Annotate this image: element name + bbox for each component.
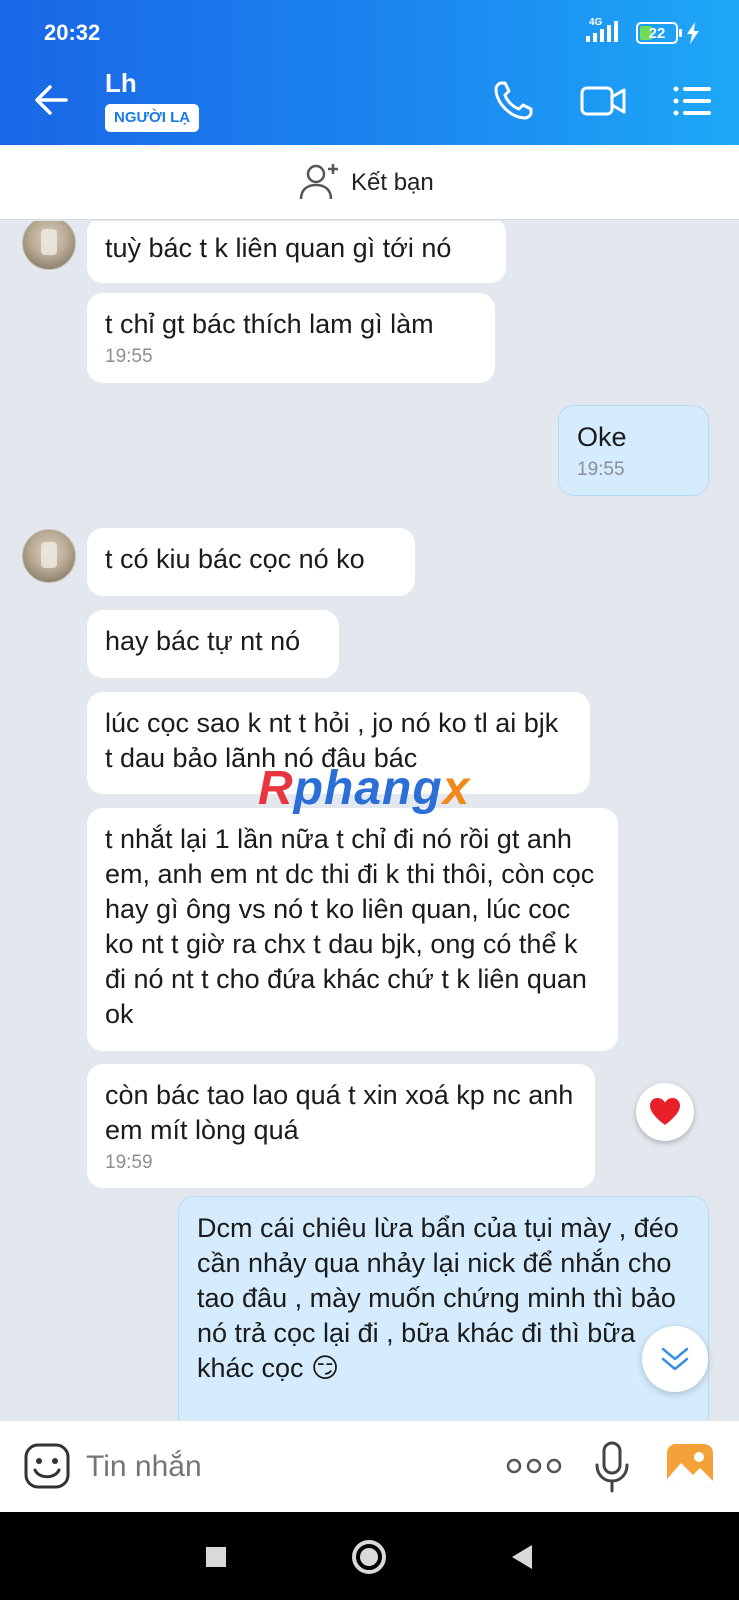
- message-text: Oke: [577, 422, 627, 452]
- recent-apps-icon[interactable]: [197, 1538, 235, 1576]
- message-bubble[interactable]: t chỉ gt bác thích lam gì làm 19:55: [87, 293, 495, 383]
- image-icon[interactable]: [666, 1443, 714, 1489]
- system-nav-bar: [0, 1512, 739, 1600]
- top-bar: 20:32 4G 22 Lh NGƯỜI LẠ: [0, 0, 739, 145]
- signal-icon: [586, 21, 618, 42]
- avatar[interactable]: [22, 221, 76, 270]
- message-bubble[interactable]: tuỳ bác t k liên quan gì tới nó: [87, 221, 506, 283]
- message-bubble[interactable]: t nhắt lại 1 lần nữa t chỉ đi nó rồi gt …: [87, 808, 618, 1051]
- scroll-down-icon: [661, 1347, 689, 1371]
- message-list[interactable]: tuỳ bác t k liên quan gì tới nó t chỉ gt…: [0, 221, 739, 1420]
- message-text: còn bác tao lao quá t xin xoá kp nc anh …: [105, 1080, 574, 1145]
- battery-icon: 22: [636, 22, 682, 44]
- reaction-button[interactable]: [636, 1083, 694, 1141]
- emoji-icon[interactable]: [24, 1443, 70, 1489]
- home-icon[interactable]: [350, 1538, 388, 1576]
- message-bubble-outgoing[interactable]: Dcm cái chiêu lừa bẩn của tụi mày , đéo …: [178, 1196, 709, 1420]
- list-menu-icon[interactable]: [670, 78, 716, 124]
- add-friend-bar[interactable]: Kết bạn: [0, 145, 739, 220]
- message-text: tuỳ bác t k liên quan gì tới nó: [105, 233, 452, 263]
- message-input[interactable]: [86, 1447, 476, 1487]
- video-call-icon[interactable]: [580, 78, 626, 124]
- status-time: 20:32: [44, 20, 101, 45]
- status-bar: 20:32 4G 22: [0, 0, 739, 60]
- heart-reaction-icon: [650, 1098, 680, 1125]
- contact-name[interactable]: Lh: [105, 68, 137, 99]
- microphone-icon[interactable]: [594, 1441, 630, 1493]
- charging-icon: [687, 22, 699, 44]
- message-text: Dcm cái chiêu lừa bẩn của tụi mày , đéo …: [197, 1213, 679, 1383]
- phone-icon[interactable]: [490, 78, 536, 124]
- stranger-badge: NGƯỜI LẠ: [105, 104, 200, 132]
- add-friend-icon: [299, 164, 338, 200]
- message-time: 19:59: [105, 1152, 153, 1173]
- scroll-down-button[interactable]: [642, 1326, 708, 1392]
- message-bubble[interactable]: còn bác tao lao quá t xin xoá kp nc anh …: [87, 1064, 595, 1188]
- back-arrow-icon[interactable]: [32, 80, 72, 120]
- message-time: 19:55: [577, 459, 625, 480]
- message-text: t nhắt lại 1 lần nữa t chỉ đi nó rồi gt …: [105, 824, 595, 1029]
- chat-header: Lh NGƯỜI LẠ: [0, 60, 739, 145]
- message-bubble[interactable]: hay bác tự nt nó: [87, 610, 339, 678]
- message-text: hay bác tự nt nó: [105, 626, 301, 656]
- avatar[interactable]: [22, 529, 76, 583]
- message-time: 19:55: [105, 346, 153, 367]
- message-text: t chỉ gt bác thích lam gì làm: [105, 309, 434, 339]
- battery-level: 22: [648, 25, 666, 42]
- message-bubble-outgoing[interactable]: Oke 19:55: [558, 405, 709, 496]
- message-bubble[interactable]: t có kiu bác cọc nó ko: [87, 528, 415, 596]
- more-icon[interactable]: [506, 1453, 562, 1479]
- message-composer: [0, 1420, 739, 1512]
- message-text: t có kiu bác cọc nó ko: [105, 544, 365, 574]
- watermark: Rphangx: [258, 762, 471, 815]
- nav-back-icon[interactable]: [504, 1538, 542, 1576]
- add-friend-label: Kết bạn: [351, 169, 434, 196]
